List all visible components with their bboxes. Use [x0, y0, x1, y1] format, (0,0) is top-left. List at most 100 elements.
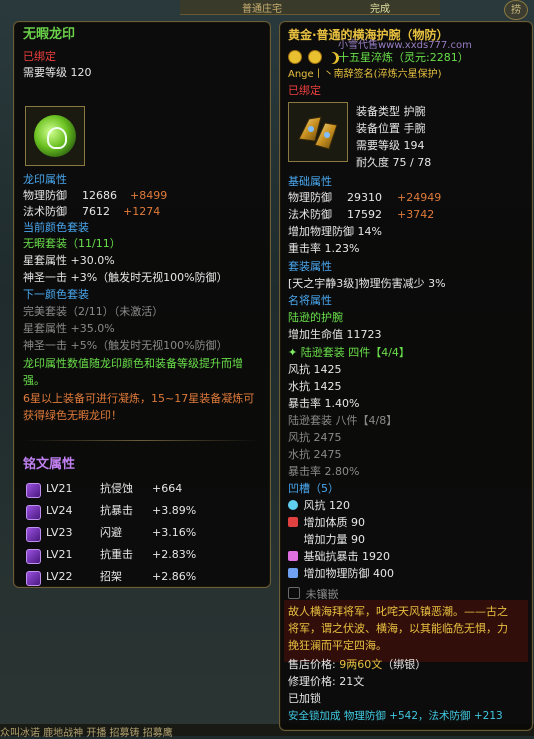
forge-level: 十五星淬炼（灵元:2281） — [338, 51, 469, 64]
famous-line: 增加生命值 11723 — [288, 328, 382, 341]
slot-row: 增加体质 90 — [288, 516, 365, 530]
slots-header: 凹槽（5） — [288, 482, 339, 495]
current-set-line: 神圣一击 +3%（触发时无视100%防御） — [23, 271, 228, 284]
stat-bonus: +1274 — [123, 205, 161, 218]
blue-gem-icon — [288, 568, 298, 578]
inscription-name: 抗暴击 — [100, 504, 133, 517]
sell-price: 售店价格: 9两60文（绑银） — [288, 658, 427, 671]
smile-face-icon — [307, 50, 322, 64]
slot-row: 增加力量 90 — [288, 533, 366, 547]
next-set-line: 星套属性 +35.0% — [23, 322, 115, 335]
next-set-name: 完美套装（2/11）（未激活） — [23, 305, 164, 318]
inscription-name: 闪避 — [100, 526, 122, 539]
luxun-line: 风抗 1425 — [288, 363, 342, 376]
stat-bonus: +24949 — [397, 191, 442, 204]
owner-signature: Ange丨丶南辞签名(淬炼六星保护) — [288, 69, 442, 80]
item-icon-slot — [25, 106, 85, 166]
slot-row: 增加物理防御 400 — [288, 567, 394, 581]
luxun8-line: 水抗 2475 — [288, 448, 342, 461]
item-title: 无暇龙印 — [23, 27, 76, 42]
stat-row: 法术防御 17592 +3742 — [288, 208, 435, 221]
luxun8-line: 风抗 2475 — [288, 431, 342, 444]
stat-bonus: +3742 — [397, 208, 435, 221]
sell-price-value: 9两60文 — [339, 658, 383, 671]
current-set-name: 无暇套装（11/11） — [23, 237, 121, 250]
inscription-name: 抗侵蚀 — [100, 482, 133, 495]
equip-type: 装备类型 护腕 — [356, 105, 426, 118]
empty-icon — [288, 534, 298, 544]
next-set-line: 神圣一击 +5%（触发时无视100%防御） — [23, 339, 228, 352]
slot-row: 风抗 120 — [288, 499, 350, 513]
inscription-name: 抗重击 — [100, 548, 133, 561]
smile-face-icon — [288, 50, 302, 64]
dragon-seal-tooltip: 无暇龙印 已绑定 需要等级 120 龙印属性 物理防御 12686 +8499 … — [13, 21, 271, 588]
red-gem-icon — [288, 517, 298, 527]
description-green: 龙印属性数值随龙印颜色和装备等级提升而增 — [23, 357, 243, 370]
required-level: 需要等级 120 — [23, 66, 92, 79]
inscription-header: 铭文属性 — [23, 457, 76, 472]
famous-header: 名将属性 — [288, 294, 332, 307]
inscription-name: 招架 — [100, 570, 122, 583]
inscription-value: +2.86% — [152, 570, 197, 583]
top-status-text: 完成 — [370, 4, 390, 15]
purple-gem-icon — [288, 551, 298, 561]
empty-slot-icon — [288, 587, 300, 599]
inscription-icon — [26, 527, 41, 542]
locked-status: 已加锁 — [288, 692, 321, 705]
bound-text: 已绑定 — [23, 50, 56, 63]
inscription-icon — [26, 571, 41, 586]
dragon-seal-icon — [34, 115, 76, 157]
inscription-icon — [26, 483, 41, 498]
set-attr-line: [天之宇静3级]物理伤害减少 3% — [288, 277, 446, 290]
luxun-line: 暴击率 1.40% — [288, 397, 360, 410]
inscription-value: +2.83% — [152, 548, 197, 561]
luxun-set-8: 陆逊套装 八件【4/8】 — [288, 414, 398, 427]
top-location-text: 普通庄宅 — [242, 4, 282, 15]
mood-icons — [288, 50, 339, 67]
luxun8-line: 暴击率 2.80% — [288, 465, 360, 478]
equip-slot: 装备位置 手腕 — [356, 122, 426, 135]
divider — [23, 440, 259, 441]
stat-row: 物理防御 29310 +24949 — [288, 191, 442, 204]
bound-text: 已绑定 — [288, 84, 321, 97]
next-set-header: 下一颜色套装 — [23, 288, 89, 301]
lock-bonus: 安全锁加成 物理防御 +542，法术防御 +213 — [288, 710, 503, 722]
bracer-icon — [298, 116, 338, 150]
required-level: 需要等级 194 — [356, 139, 425, 152]
inscription-level: LV23 — [46, 526, 73, 539]
description-orange: 6星以上装备可进行凝炼，15~17星装备凝炼可 — [23, 392, 255, 405]
set-attr-header: 套装属性 — [288, 260, 332, 273]
inscription-value: +664 — [152, 482, 183, 495]
famous-name: 陆逊的护腕 — [288, 311, 343, 324]
description-green: 强。 — [23, 374, 45, 387]
top-status-bar: 普通庄宅 完成 — [180, 0, 440, 15]
base-attr-header: 基础属性 — [288, 175, 332, 188]
bracer-tooltip: 黄金·普通的横海护腕（物防） 小雪代售www.xxds777.com 十五星淬炼… — [279, 21, 533, 731]
inscription-value: +3.16% — [152, 526, 197, 539]
attr-header: 龙印属性 — [23, 173, 67, 186]
leaf-icon: ✦ — [288, 346, 298, 359]
current-set-header: 当前颜色套装 — [23, 221, 89, 234]
stat-row: 法术防御 7612 +1274 — [23, 205, 161, 218]
lore-line: 挽狂澜而平定四海。 — [288, 639, 387, 652]
luxun-line: 水抗 1425 — [288, 380, 342, 393]
durability: 耐久度 75 / 78 — [356, 156, 432, 169]
inscription-level: LV24 — [46, 504, 73, 517]
inscription-icon — [26, 505, 41, 520]
luxun-set-4: ✦ 陆逊套装 四件【4/4】 — [288, 346, 410, 359]
lore-line: 将军，谓之伏波、横海，以其能临危无惧，力 — [288, 622, 508, 635]
inscription-level: LV21 — [46, 482, 73, 495]
stat-bonus: +8499 — [130, 189, 168, 202]
inscription-level: LV22 — [46, 570, 73, 583]
lore-line: 故人横海拜将军，叱咤天风镇恶潮。——古之 — [288, 605, 508, 618]
base-extra: 增加物理防御 14% — [288, 225, 382, 238]
inscription-icon — [26, 549, 41, 564]
inscription-level: LV21 — [46, 548, 73, 561]
inscription-value: +3.89% — [152, 504, 197, 517]
stat-row: 物理防御 12686 +8499 — [23, 189, 168, 202]
base-extra: 重击率 1.23% — [288, 242, 360, 255]
top-round-button[interactable]: 捞 — [504, 0, 528, 20]
description-orange: 获得绿色无暇龙印！ — [23, 409, 122, 422]
wind-gem-icon — [288, 500, 298, 510]
repair-price: 修理价格: 21文 — [288, 675, 365, 688]
